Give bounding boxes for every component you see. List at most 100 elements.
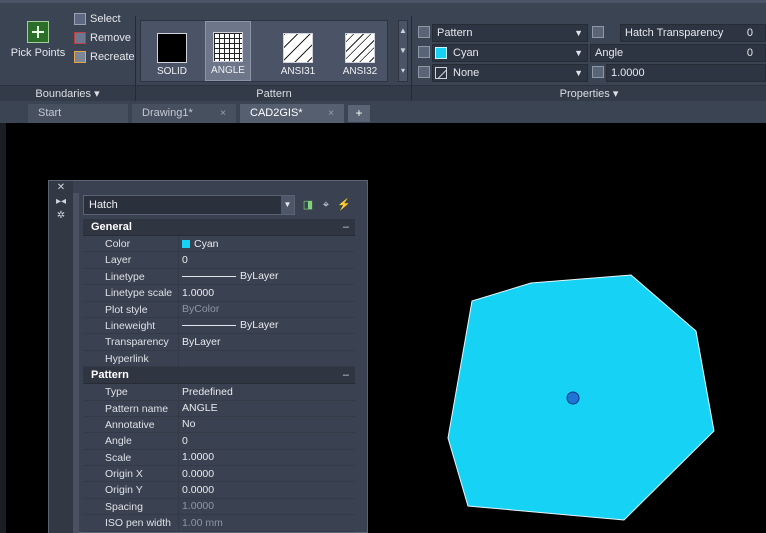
chevron-down-icon: ▼ — [574, 48, 583, 58]
selection-value: Hatch — [89, 199, 118, 211]
tab-start[interactable]: Start — [28, 104, 128, 123]
property-value: 1.0000 — [182, 451, 215, 464]
property-row-spacing[interactable]: Spacing 1.0000 — [83, 498, 355, 516]
property-key: Scale — [83, 449, 179, 466]
pattern-swatch-ansi31[interactable]: ANSI31 — [275, 29, 321, 79]
hatch-type-icon — [418, 26, 430, 38]
hatch-color-dropdown[interactable]: Cyan ▼ — [432, 44, 588, 62]
ribbon: Pick Points Select Remove Recreate Bound… — [0, 0, 766, 101]
property-value: 0 — [182, 253, 188, 266]
property-row-linetype[interactable]: Linetype ByLayer — [83, 268, 355, 286]
property-key: Color — [83, 236, 179, 252]
new-tab-button[interactable]: + — [348, 105, 370, 122]
swatch-label: ANSI31 — [280, 66, 316, 77]
property-row-linetype-scale[interactable]: Linetype scale 1.0000 — [83, 285, 355, 302]
property-row-annotative[interactable]: Annotative No — [83, 416, 355, 434]
background-color-dropdown[interactable]: None ▼ — [432, 64, 588, 82]
selection-dropdown[interactable]: Hatch — [83, 195, 295, 215]
collapse-icon[interactable]: – — [343, 219, 349, 236]
close-icon[interactable]: × — [220, 104, 226, 123]
pattern-swatch-solid[interactable]: SOLID — [149, 29, 195, 79]
select-boundary-button[interactable]: Select — [74, 10, 121, 28]
property-row-origin-x[interactable]: Origin X 0.0000 — [83, 466, 355, 483]
property-key: Plot style — [83, 301, 179, 317]
pattern-swatch-angle[interactable]: ANGLE — [205, 21, 251, 81]
toggle-pickadd-icon[interactable]: ◨ — [301, 198, 315, 212]
recreate-boundary-button[interactable]: Recreate — [74, 48, 135, 66]
property-row-angle[interactable]: Angle 0 — [83, 433, 355, 450]
settings-icon[interactable]: ✲ — [49, 209, 73, 223]
angle-field[interactable]: Angle 0 — [590, 44, 766, 62]
remove-boundary-button[interactable]: Remove — [74, 29, 131, 47]
close-icon[interactable]: × — [328, 104, 334, 123]
property-row-type[interactable]: Type Predefined — [83, 384, 355, 401]
palette-resize-handle[interactable] — [73, 193, 79, 533]
section-title: General — [91, 221, 132, 233]
select-objects-icon[interactable]: ⌖ — [319, 198, 333, 212]
pattern-gallery-scroller[interactable]: ▲ ▼ ▾ — [398, 20, 408, 82]
grip-point[interactable] — [566, 391, 580, 405]
boundaries-panel-title[interactable]: Boundaries ▾ — [0, 85, 135, 101]
color-value: Cyan — [194, 237, 219, 250]
property-key: Pattern name — [83, 400, 179, 416]
tab-label: CAD2GIS* — [250, 107, 303, 119]
property-row-pattern-name[interactable]: Pattern name ANGLE — [83, 400, 355, 417]
properties-palette: ✕ ▸◂ ✲ Hatch ▼ ◨ ⌖ ⚡ General – Color Cya… — [48, 180, 368, 533]
property-row-transparency[interactable]: Transparency ByLayer — [83, 334, 355, 351]
hatch-transparency-field[interactable]: Hatch Transparency 0 — [620, 24, 766, 42]
property-row-color[interactable]: Color Cyan — [83, 236, 355, 253]
property-row-origin-y[interactable]: Origin Y 0.0000 — [83, 482, 355, 499]
transparency-icon[interactable] — [592, 26, 604, 38]
section-pattern[interactable]: Pattern – — [83, 367, 355, 385]
collapse-icon[interactable]: – — [343, 367, 349, 384]
property-value: ByLayer — [179, 269, 279, 284]
hatch-type-dropdown[interactable]: Pattern ▼ — [432, 24, 588, 42]
property-row-iso-pen-width[interactable]: ISO pen width 1.00 mm — [83, 515, 355, 532]
palette-title-strip[interactable]: ✕ ▸◂ ✲ — [49, 181, 73, 533]
section-general[interactable]: General – — [83, 219, 355, 236]
background-color-value: None — [453, 67, 480, 79]
property-key: Origin Y — [83, 482, 179, 498]
left-edge-strip — [0, 123, 6, 533]
pick-points-button[interactable]: Pick Points — [8, 21, 68, 59]
property-key: ISO pen width — [83, 515, 179, 531]
cyan-color-chip — [182, 239, 190, 248]
transparency-label: Hatch Transparency — [625, 27, 724, 39]
properties-panel-title[interactable]: Properties ▾ — [412, 85, 766, 101]
angle-label: Angle — [595, 47, 624, 59]
close-icon[interactable]: ✕ — [49, 181, 73, 195]
swatch-label: SOLID — [156, 66, 187, 77]
scroll-down-icon[interactable]: ▼ — [399, 41, 407, 61]
property-row-hyperlink[interactable]: Hyperlink — [83, 350, 355, 368]
tab-drawing1[interactable]: Drawing1* × — [132, 104, 236, 123]
gallery-expand-icon[interactable]: ▾ — [399, 61, 407, 81]
remove-icon — [74, 32, 86, 44]
property-row-lineweight[interactable]: Lineweight ByLayer — [83, 317, 355, 335]
cyan-swatch — [435, 47, 447, 59]
select-label: Select — [90, 13, 121, 25]
chevron-down-icon[interactable]: ▼ — [281, 196, 294, 214]
scale-field[interactable]: 1.0000 — [606, 64, 766, 82]
swatch-label: ANGLE — [211, 65, 245, 76]
property-key: Origin X — [83, 466, 179, 482]
ansi32-pattern-icon — [345, 33, 375, 63]
property-row-scale[interactable]: Scale 1.0000 — [83, 449, 355, 467]
property-key: Lineweight — [83, 317, 179, 334]
property-row-plot-style[interactable]: Plot style ByColor — [83, 301, 355, 318]
angle-pattern-icon — [213, 32, 243, 62]
scale-icon — [592, 66, 604, 78]
property-key: Linetype scale — [83, 285, 179, 301]
property-row-layer[interactable]: Layer 0 — [83, 252, 355, 269]
lineweight-value: ByLayer — [240, 319, 279, 332]
ansi31-pattern-icon — [283, 33, 313, 63]
pattern-swatch-ansi32[interactable]: ANSI32 — [337, 29, 383, 79]
property-value: ByLayer — [182, 335, 221, 348]
cyan-hatch-polygon[interactable] — [447, 274, 715, 521]
quick-select-icon[interactable]: ⚡ — [337, 198, 351, 212]
pick-points-icon — [27, 21, 49, 43]
hatch-type-value: Pattern — [437, 27, 473, 39]
tab-cad2gis[interactable]: CAD2GIS* × — [240, 104, 344, 123]
scale-value: 1.0000 — [611, 67, 645, 79]
scroll-up-icon[interactable]: ▲ — [399, 21, 407, 41]
auto-hide-icon[interactable]: ▸◂ — [49, 195, 73, 209]
